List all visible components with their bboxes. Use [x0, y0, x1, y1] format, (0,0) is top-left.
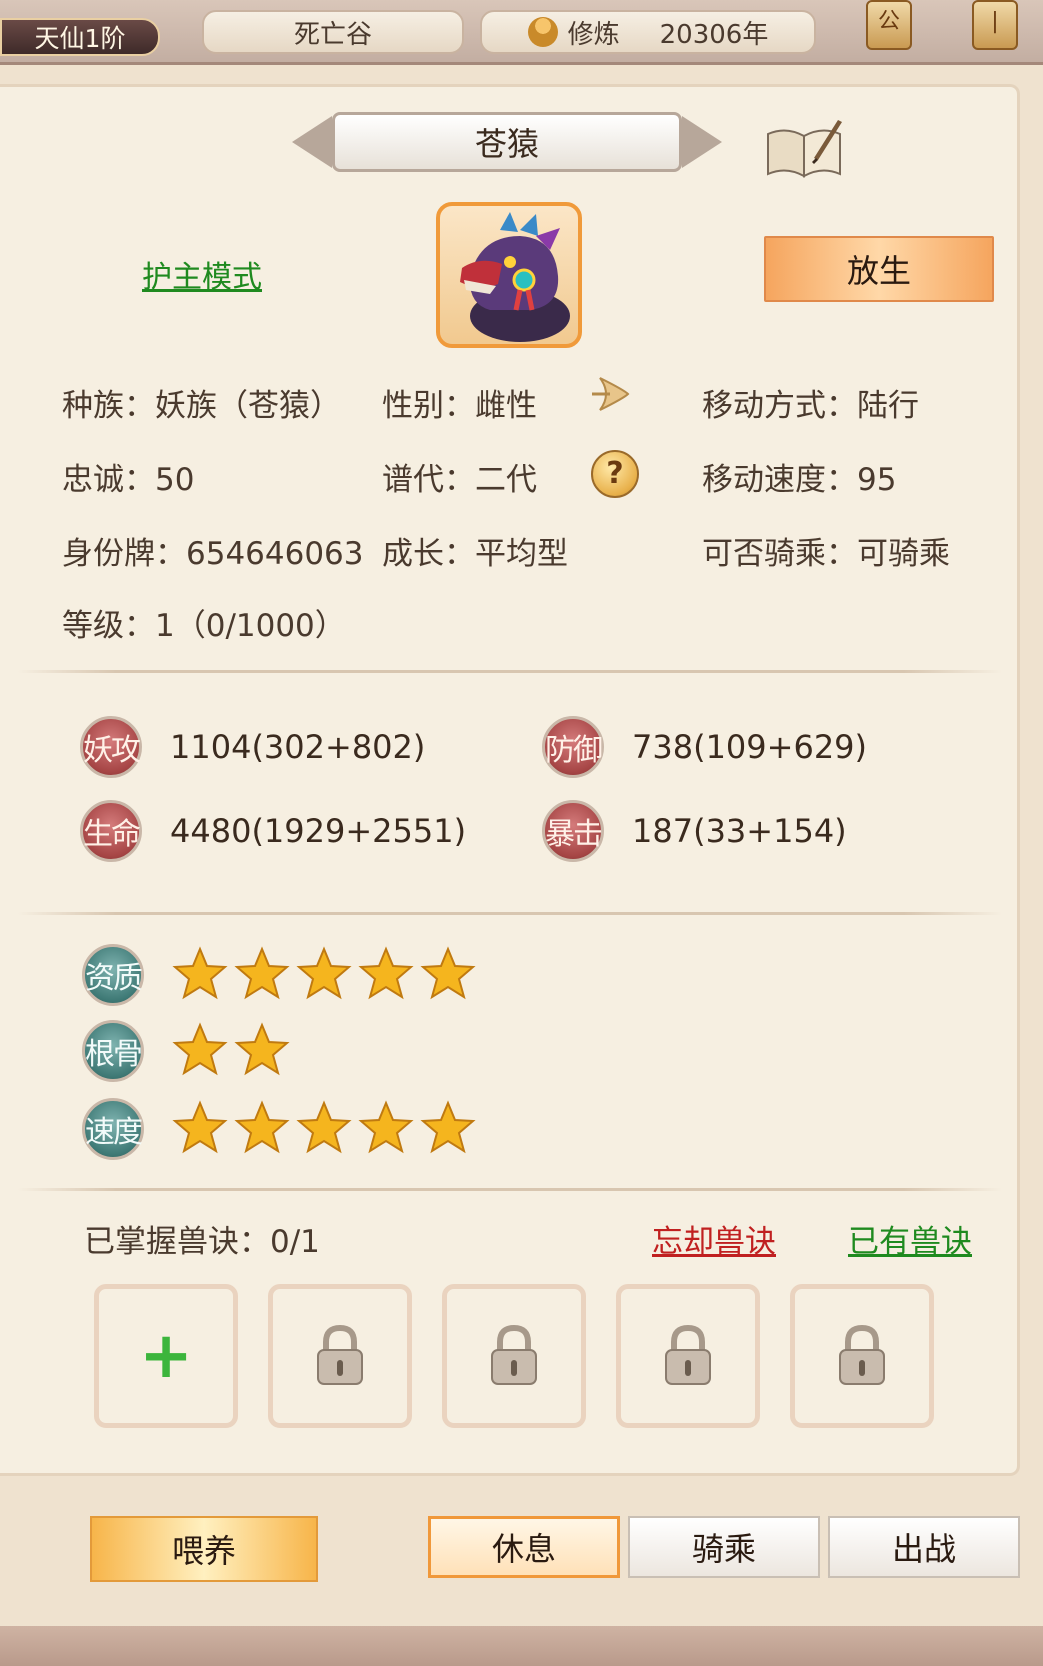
- feed-button[interactable]: 喂养: [90, 1516, 318, 1582]
- plate-left-ornament: [292, 116, 332, 168]
- lock-icon: [665, 1324, 711, 1385]
- pet-name-plate: 苍猿: [292, 106, 722, 178]
- stat-badge-hp: 生命: [80, 800, 142, 862]
- star-rating-aptitude: [172, 946, 476, 1006]
- ride-button[interactable]: 骑乘: [628, 1516, 820, 1578]
- cultivation-years: 20306年: [659, 19, 769, 50]
- stat-value-attack: 1104(302+802): [170, 728, 426, 766]
- star-icon: [234, 1022, 290, 1076]
- lock-icon: [491, 1324, 537, 1385]
- skill-slot-locked[interactable]: [268, 1284, 412, 1428]
- star-rating-speed: [172, 1100, 476, 1160]
- star-icon: [358, 946, 414, 1000]
- book-quill-icon[interactable]: [764, 114, 844, 180]
- star-icon: [234, 946, 290, 1000]
- lock-icon: [317, 1324, 363, 1385]
- level-info: 等级：1（0/1000）: [62, 608, 346, 644]
- top-bar: 天仙1阶 死亡谷 修炼 20306年 公 |: [0, 0, 1043, 65]
- loyalty-info: 忠诚：50: [62, 462, 195, 498]
- stat-value-hp: 4480(1929+2551): [170, 812, 467, 850]
- skill-slot-locked[interactable]: [442, 1284, 586, 1428]
- rideable-info: 可否骑乘：可骑乘: [702, 536, 950, 572]
- pet-name: 苍猿: [332, 112, 682, 172]
- stat-value-defense: 738(109+629): [632, 728, 868, 766]
- footer-strip: [0, 1626, 1043, 1666]
- lantern-icon-2[interactable]: |: [972, 0, 1018, 50]
- realm-tag: 天仙1阶: [0, 18, 160, 56]
- owned-skills-link[interactable]: 已有兽诀: [848, 1216, 972, 1261]
- skill-slot-locked[interactable]: [616, 1284, 760, 1428]
- move-mode-info: 移动方式：陆行: [702, 388, 919, 424]
- stat-badge-defense: 防御: [542, 716, 604, 778]
- generation-info: 谱代：二代: [382, 462, 537, 498]
- cultivation-pill[interactable]: 修炼 20306年: [480, 10, 816, 54]
- plate-right-ornament: [682, 116, 722, 168]
- divider: [18, 670, 1002, 673]
- attr-badge-aptitude: 资质: [82, 944, 144, 1006]
- skill-slot-add[interactable]: +: [94, 1284, 238, 1428]
- star-rating-bone: [172, 1022, 290, 1082]
- stat-badge-crit: 暴击: [542, 800, 604, 862]
- star-icon: [172, 1022, 228, 1076]
- location-label: 死亡谷: [293, 19, 372, 50]
- guard-mode-link[interactable]: 护主模式: [142, 252, 262, 296]
- divider: [18, 1188, 1002, 1191]
- attr-badge-speed: 速度: [82, 1098, 144, 1160]
- dragon-beast-portrait: [460, 212, 570, 342]
- move-speed-info: 移动速度：95: [702, 462, 897, 498]
- star-icon: [358, 1100, 414, 1154]
- star-icon: [420, 946, 476, 1000]
- race-info: 种族：妖族（苍猿）: [62, 388, 341, 424]
- lock-icon: [839, 1324, 885, 1385]
- forget-skill-link[interactable]: 忘却兽诀: [652, 1216, 776, 1261]
- divider: [18, 912, 1002, 915]
- meditation-icon: [527, 17, 558, 47]
- star-icon: [296, 946, 352, 1000]
- cultivation-label: 修炼: [567, 19, 620, 50]
- stat-value-crit: 187(33+154): [632, 812, 847, 850]
- lantern-label-2: |: [991, 9, 999, 34]
- lantern-label: 公: [877, 9, 900, 34]
- attr-badge-bone: 根骨: [82, 1020, 144, 1082]
- question-icon[interactable]: ?: [591, 450, 639, 498]
- location-pill[interactable]: 死亡谷: [202, 10, 464, 54]
- plus-icon: +: [139, 1319, 193, 1393]
- star-icon: [172, 946, 228, 1000]
- release-button[interactable]: 放生: [764, 236, 994, 302]
- growth-info: 成长：平均型: [382, 536, 568, 572]
- arrow-right-icon[interactable]: [590, 372, 634, 416]
- stat-badge-attack: 妖攻: [80, 716, 142, 778]
- star-icon: [234, 1100, 290, 1154]
- star-icon: [296, 1100, 352, 1154]
- gender-info: 性别：雌性: [382, 388, 537, 424]
- star-icon: [420, 1100, 476, 1154]
- star-icon: [172, 1100, 228, 1154]
- rest-button[interactable]: 休息: [428, 1516, 620, 1578]
- skills-mastered-label: 已掌握兽诀：0/1: [84, 1224, 320, 1260]
- id-tag-info: 身份牌：654646063: [62, 536, 364, 572]
- pet-portrait[interactable]: [436, 202, 582, 348]
- lantern-icon[interactable]: 公: [866, 0, 912, 50]
- battle-button[interactable]: 出战: [828, 1516, 1020, 1578]
- skill-slot-locked[interactable]: [790, 1284, 934, 1428]
